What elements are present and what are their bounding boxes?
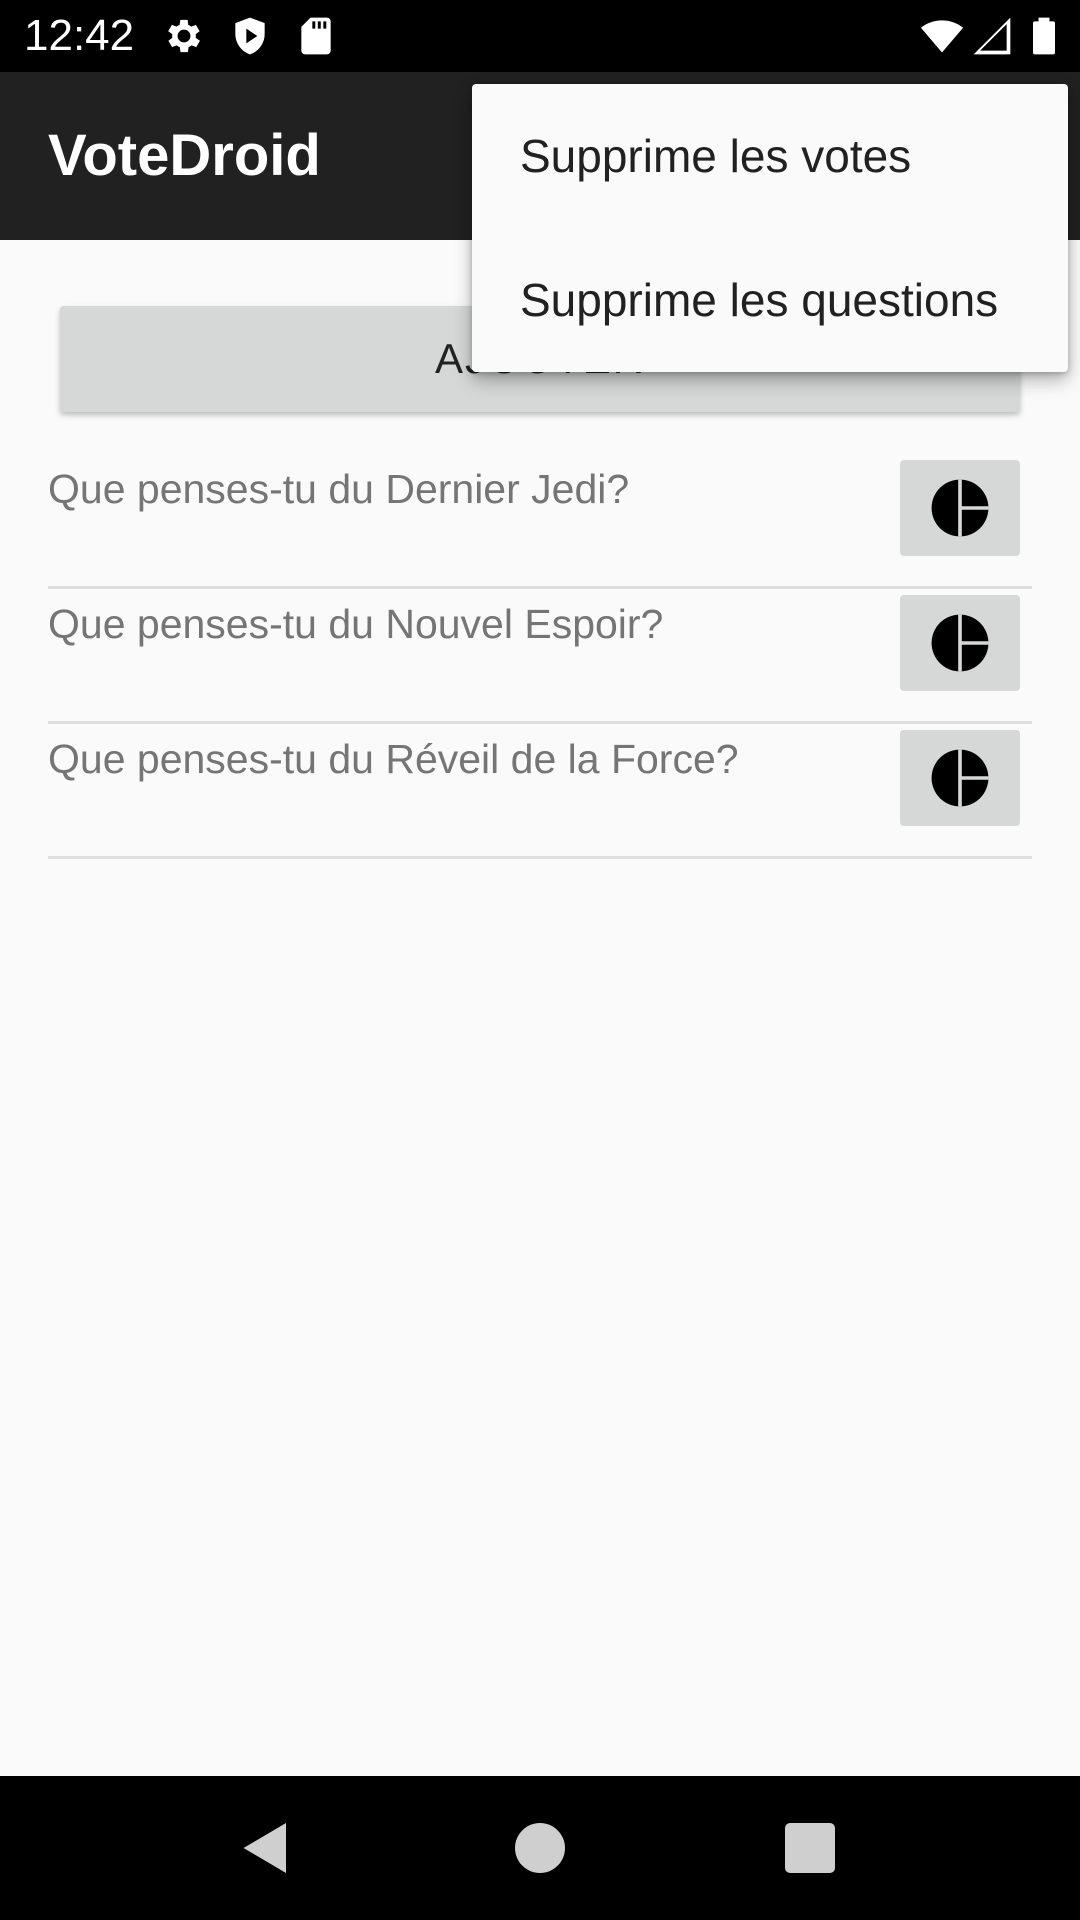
shield-play-icon (228, 14, 272, 58)
results-button[interactable] (900, 730, 1020, 826)
menu-item-delete-questions[interactable]: Supprime les questions (472, 228, 1068, 372)
app-title: VoteDroid (48, 123, 321, 188)
status-bar: 12:42 (0, 0, 1080, 72)
cell-signal-icon (970, 14, 1014, 58)
navigation-bar (0, 1776, 1080, 1920)
list-item[interactable]: Que penses-tu du Dernier Jedi? (48, 454, 1032, 589)
home-icon[interactable] (510, 1818, 570, 1878)
question-text: Que penses-tu du Nouvel Espoir? (48, 601, 664, 647)
recents-icon[interactable] (780, 1818, 840, 1878)
battery-icon (1022, 14, 1066, 58)
overflow-menu: Supprime les votes Supprime les question… (472, 84, 1068, 372)
question-text: Que penses-tu du Réveil de la Force? (48, 736, 739, 782)
list-item[interactable]: Que penses-tu du Nouvel Espoir? (48, 589, 1032, 724)
status-time: 12:42 (24, 11, 135, 60)
results-button[interactable] (900, 460, 1020, 556)
gear-icon (162, 14, 206, 58)
question-text: Que penses-tu du Dernier Jedi? (48, 466, 630, 512)
question-list: Que penses-tu du Dernier Jedi? Que pense… (48, 454, 1032, 859)
back-icon[interactable] (236, 1818, 296, 1878)
results-button[interactable] (900, 595, 1020, 691)
menu-item-delete-votes[interactable]: Supprime les votes (472, 84, 1068, 228)
pie-chart-icon (929, 747, 991, 809)
sd-card-icon (294, 14, 338, 58)
main-content: AJOUTER Que penses-tu du Dernier Jedi? Q… (0, 240, 1080, 1776)
wifi-icon (920, 14, 964, 58)
list-item[interactable]: Que penses-tu du Réveil de la Force? (48, 724, 1032, 859)
pie-chart-icon (929, 477, 991, 539)
pie-chart-icon (929, 612, 991, 674)
